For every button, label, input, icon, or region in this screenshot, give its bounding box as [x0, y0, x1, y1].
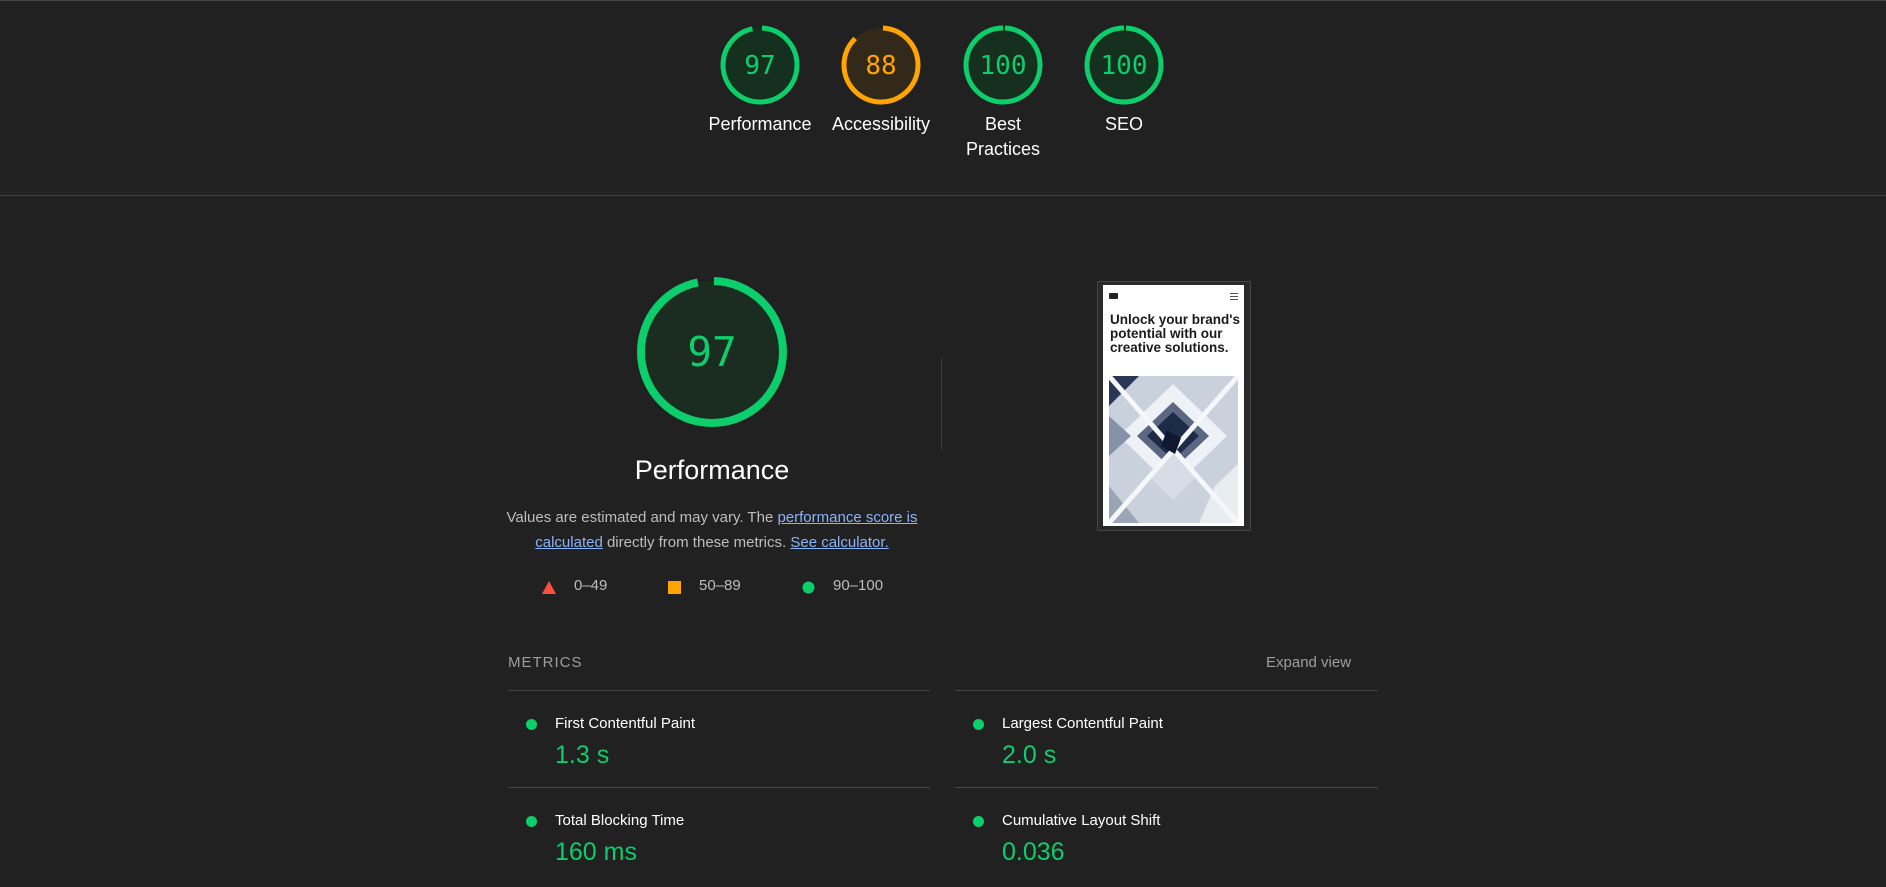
metric-name: Cumulative Layout Shift [1002, 812, 1161, 829]
section-divider [0, 195, 1886, 196]
pass-dot-icon [526, 816, 537, 827]
desc-text-2: directly from these metrics. [602, 534, 791, 551]
pass-dot-icon [973, 816, 984, 827]
hamburger-menu-icon [1230, 293, 1238, 300]
gauge-seo[interactable]: 100 SEO [1059, 24, 1189, 137]
vertical-divider [941, 358, 942, 450]
gauge-performance[interactable]: 97 Performance [695, 24, 825, 137]
metric-value: 1.3 s [555, 741, 610, 769]
final-screenshot[interactable]: Unlock your brand's potential with our c… [1103, 285, 1244, 526]
triangle-icon [542, 581, 556, 594]
metric-first-contentful-paint: First Contentful Paint 1.3 s [508, 700, 928, 790]
performance-gauge-score: 97 [687, 328, 736, 376]
square-icon [668, 581, 681, 594]
legend-fail-range: 0–49 [574, 577, 608, 594]
gauge-seo-label: SEO [1104, 114, 1143, 134]
gauge-best-practices-ring: 100 [963, 25, 1043, 105]
gauge-accessibility-ring: 88 [841, 25, 921, 105]
gauge-seo-ring: 100 [1084, 25, 1164, 105]
gauge-accessibility-score: 88 [865, 51, 896, 81]
see-calculator-link[interactable]: See calculator. [790, 534, 888, 551]
metrics-heading: METRICS [508, 654, 583, 671]
performance-gauge: 97 [637, 277, 787, 427]
metric-cumulative-layout-shift: Cumulative Layout Shift 0.036 [955, 797, 1375, 887]
score-legend: 0–49 50–89 90–100 [0, 577, 1886, 597]
gauge-performance-ring: 97 [720, 25, 800, 105]
metric-value: 2.0 s [1002, 741, 1057, 769]
pass-dot-icon [526, 719, 537, 730]
metric-value: 0.036 [1002, 838, 1065, 866]
screenshot-headline: Unlock your brand's potential with our c… [1110, 312, 1240, 355]
metrics-divider [955, 690, 1378, 691]
metrics-divider [955, 787, 1378, 788]
pass-dot-icon [973, 719, 984, 730]
gauge-performance-label: Performance [708, 114, 812, 134]
gauge-accessibility-label: Accessibility [831, 114, 931, 134]
gauge-performance-score: 97 [744, 51, 775, 81]
metric-total-blocking-time: Total Blocking Time 160 ms [508, 797, 928, 887]
legend-average-range: 50–89 [699, 577, 741, 594]
metric-name: First Contentful Paint [555, 715, 696, 732]
gauge-seo-score: 100 [1101, 51, 1148, 81]
desc-text-1: Values are estimated and may vary. The [506, 509, 778, 526]
gauge-best-practices-label: Best Practices [965, 114, 1041, 159]
gauge-accessibility[interactable]: 88 Accessibility [816, 24, 946, 137]
metric-value: 160 ms [555, 838, 637, 866]
expand-view-button[interactable]: Expand view [1266, 654, 1351, 671]
performance-description: Values are estimated and may vary. The p… [505, 505, 919, 555]
metric-name: Largest Contentful Paint [1002, 715, 1163, 732]
gauge-best-practices-score: 100 [980, 51, 1027, 81]
circle-icon [802, 581, 815, 594]
metric-largest-contentful-paint: Largest Contentful Paint 2.0 s [955, 700, 1375, 790]
metrics-divider [508, 690, 930, 691]
metrics-divider [508, 787, 930, 788]
site-logo-icon [1109, 293, 1118, 299]
legend-pass-range: 90–100 [833, 577, 884, 594]
top-border [0, 0, 1886, 1]
summary-gauges: 97 Performance 88 Accessibility 100 Best… [0, 24, 1886, 184]
hero-architecture-image [1109, 376, 1238, 523]
metric-name: Total Blocking Time [555, 812, 685, 829]
gauge-best-practices[interactable]: 100 Best Practices [938, 24, 1068, 162]
performance-title: Performance [634, 455, 790, 485]
